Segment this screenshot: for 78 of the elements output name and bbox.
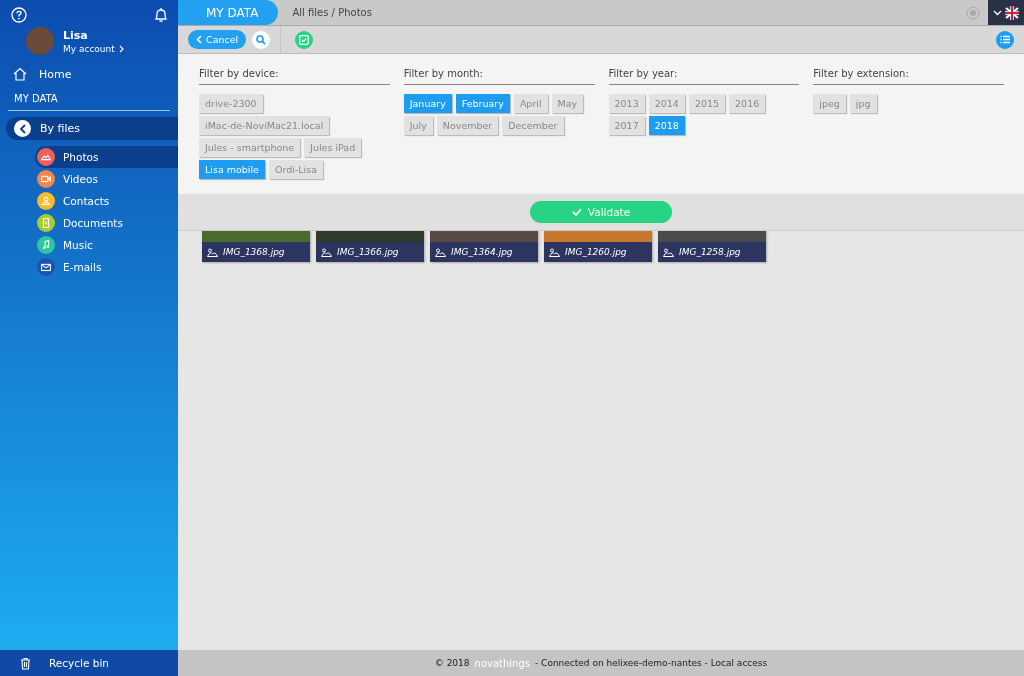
user-name: Lisa	[63, 28, 89, 42]
filter-option[interactable]: Lisa mobile	[199, 160, 265, 179]
filter-option[interactable]: April	[513, 94, 548, 113]
filter-option[interactable]: January	[403, 94, 452, 113]
category-item[interactable]: E-mails	[0, 256, 178, 278]
category-item[interactable]: Photos	[35, 146, 178, 168]
chevron-right-icon	[118, 44, 124, 53]
filter-title: Filter by year:	[608, 68, 800, 85]
back-icon	[18, 123, 27, 134]
filter-title: Filter by month:	[403, 68, 595, 85]
search-icon	[256, 34, 267, 45]
filter-option[interactable]: November	[436, 116, 499, 135]
photo-placeholder[interactable]	[202, 231, 310, 242]
trash-icon	[20, 656, 31, 670]
image-icon	[207, 247, 218, 257]
filter-option[interactable]: 2013	[608, 94, 645, 113]
language-selector[interactable]	[988, 0, 1024, 25]
category-item[interactable]: Contacts	[0, 190, 178, 212]
filter-option[interactable]: drive-2300	[199, 94, 263, 113]
filter-option[interactable]: 2016	[729, 94, 766, 113]
filter-option[interactable]: 2015	[688, 94, 726, 113]
image-icon	[663, 247, 674, 257]
help-icon[interactable]	[11, 7, 27, 23]
filter-option[interactable]: jpeg	[813, 94, 846, 113]
chevron-left-icon	[196, 35, 202, 44]
photo-caption: IMG_1364.jpg	[430, 242, 538, 262]
check-icon	[571, 208, 582, 216]
photo-placeholder[interactable]	[430, 231, 538, 242]
home-icon	[13, 67, 27, 81]
image-icon	[549, 247, 560, 257]
recycle-bin-item[interactable]: Recycle bin	[0, 650, 178, 676]
photo-placeholder[interactable]	[316, 231, 424, 242]
filter-option[interactable]: jpg	[849, 94, 877, 113]
filter-option[interactable]: 2014	[648, 94, 685, 113]
account-link[interactable]: My account	[63, 43, 115, 54]
validate-button[interactable]: Validate	[530, 201, 672, 223]
filter-option[interactable]: Ordi-Lisa	[268, 160, 323, 179]
filter-option[interactable]: December	[502, 116, 564, 135]
checkbox-icon	[299, 34, 310, 45]
photo-placeholder[interactable]	[544, 231, 652, 242]
home-link[interactable]: Home	[39, 67, 72, 81]
brand-logo: novathings	[474, 657, 530, 669]
bell-icon[interactable]	[154, 7, 168, 23]
my-data-tab[interactable]: MY DATA	[178, 0, 279, 25]
photo-caption: IMG_1260.jpg	[544, 242, 652, 262]
filter-option[interactable]: February	[455, 94, 510, 113]
category-item[interactable]: Videos	[0, 168, 178, 190]
image-icon	[321, 247, 332, 257]
copyright: © 2018	[434, 658, 470, 668]
filter-title: Filter by extension:	[813, 68, 1004, 85]
search-button[interactable]	[252, 30, 271, 49]
select-button[interactable]	[295, 30, 314, 49]
category-item[interactable]: Music	[0, 234, 178, 256]
cancel-button[interactable]: Cancel	[188, 30, 247, 49]
filter-option[interactable]: Jules iPad	[304, 138, 362, 157]
uk-flag-icon	[1005, 5, 1019, 20]
connection-status: - Connected on helixee-demo-nantes - Local access	[535, 658, 768, 668]
filter-option[interactable]: 2017	[608, 116, 645, 135]
list-view-button[interactable]	[996, 30, 1014, 49]
avatar	[26, 27, 54, 55]
filter-title: Filter by device:	[199, 68, 390, 85]
photo-caption: IMG_1366.jpg	[316, 242, 424, 262]
category-item[interactable]: Documents	[0, 212, 178, 234]
photo-caption: IMG_1368.jpg	[202, 242, 310, 262]
filter-option[interactable]: July	[403, 116, 433, 135]
filter-option[interactable]: 2018	[648, 116, 685, 135]
list-icon	[1000, 35, 1010, 44]
section-title: MY DATA	[13, 92, 59, 106]
filter-option[interactable]: iMac-de-NoviMac21.local	[199, 116, 330, 135]
breadcrumb: All files / Photos	[292, 7, 372, 18]
photo-placeholder[interactable]	[658, 231, 766, 242]
target-icon[interactable]	[966, 5, 980, 20]
by-files-item[interactable]: By files	[6, 117, 178, 140]
image-icon	[435, 247, 446, 257]
photo-caption: IMG_1258.jpg	[658, 242, 766, 262]
filter-option[interactable]: May	[551, 94, 584, 113]
filter-option[interactable]: Jules - smartphone	[199, 138, 301, 157]
chevron-down-icon	[993, 9, 1002, 16]
